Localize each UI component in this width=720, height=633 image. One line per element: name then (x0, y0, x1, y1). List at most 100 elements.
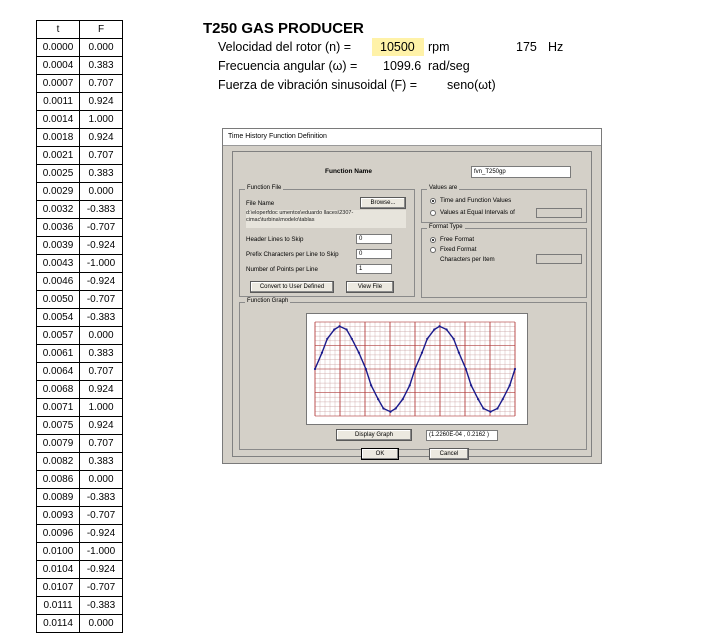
series-point (401, 398, 404, 401)
series-point (326, 337, 329, 340)
equal-intervals-input[interactable] (536, 208, 582, 218)
time-and-function-values-radio[interactable] (430, 198, 436, 204)
series-point (501, 398, 504, 401)
cell-t: 0.0079 (36, 434, 80, 453)
table-row: 0.0043 -1.000 (36, 254, 123, 273)
table-row: 0.0011 0.924 (36, 92, 123, 111)
cell-t: 0.0014 (36, 110, 80, 129)
cell-f: 0.000 (79, 470, 123, 489)
table-row: 0.0007 0.707 (36, 74, 123, 93)
angular-frequency-unit: rad/seg (428, 59, 470, 73)
rotor-speed-label: Velocidad del rotor (n) = (218, 40, 352, 54)
cancel-button[interactable]: Cancel (429, 448, 469, 460)
series-point (457, 351, 460, 354)
series-point (489, 410, 492, 413)
function-name-label: Function Name (325, 168, 372, 175)
function-graph-plot (306, 313, 528, 425)
force-value: seno(ωt) (447, 78, 496, 92)
table-row: 0.0046 -0.924 (36, 272, 123, 291)
cell-f: 0.000 (79, 38, 123, 57)
cell-t: 0.0111 (36, 596, 80, 615)
function-graph-svg (313, 321, 517, 417)
cell-f: 0.924 (79, 92, 123, 111)
series-point (320, 351, 324, 354)
cell-t: 0.0093 (36, 506, 80, 525)
ok-button[interactable]: OK (361, 448, 399, 460)
table-row: 0.0004 0.383 (36, 56, 123, 75)
cell-t: 0.0046 (36, 272, 80, 291)
table-row: 0.0036 -0.707 (36, 218, 123, 237)
table-row: 0.0025 0.383 (36, 164, 123, 183)
cell-t: 0.0086 (36, 470, 80, 489)
table-row: 0.0068 0.924 (36, 380, 123, 399)
cell-f: 0.383 (79, 164, 123, 183)
cell-t: 0.0004 (36, 56, 80, 75)
characters-per-item-label: Characters per Item (440, 256, 495, 263)
column-header-t: t (36, 20, 80, 39)
fixed-format-label: Fixed Format (440, 246, 477, 253)
cell-t: 0.0068 (36, 380, 80, 399)
table-header-row: t F (36, 20, 123, 39)
header-lines-input[interactable]: 0 (356, 234, 392, 244)
view-file-button[interactable]: View File (346, 281, 394, 293)
cell-t: 0.0061 (36, 344, 80, 363)
table-row: 0.0079 0.707 (36, 434, 123, 453)
convert-to-user-defined-button[interactable]: Convert to User Defined (250, 281, 334, 293)
cell-f: 1.000 (79, 398, 123, 417)
series-point (333, 328, 336, 331)
series-point (445, 328, 448, 331)
series-point (508, 384, 511, 387)
page-title: T250 GAS PRODUCER (203, 20, 364, 37)
fixed-format-radio[interactable] (430, 247, 436, 253)
cell-f: -0.924 (79, 272, 123, 291)
values-are-group: Values are Time and Function Values Valu… (421, 185, 587, 223)
table-row: 0.0104 -0.924 (36, 560, 123, 579)
series-point (420, 351, 424, 354)
prefix-chars-input[interactable]: 0 (356, 249, 392, 259)
cell-t: 0.0011 (36, 92, 80, 111)
free-format-radio[interactable] (430, 237, 436, 243)
cell-t: 0.0050 (36, 290, 80, 309)
equal-intervals-label: Values at Equal Intervals of (440, 209, 515, 216)
cell-t: 0.0025 (36, 164, 80, 183)
characters-per-item-input[interactable] (536, 254, 582, 264)
table-row: 0.0054 -0.383 (36, 308, 123, 327)
cell-t: 0.0018 (36, 128, 80, 147)
series-point (513, 367, 517, 371)
points-per-line-label: Number of Points per Line (246, 266, 318, 273)
function-graph-group-label: Function Graph (245, 298, 291, 304)
format-type-group: Format Type Free Format Fixed Format Cha… (421, 224, 587, 298)
table-row: 0.0064 0.707 (36, 362, 123, 381)
time-history-function-dialog: Time History Function Definition Functio… (222, 128, 602, 464)
equal-intervals-radio[interactable] (430, 210, 436, 216)
table-row: 0.0071 1.000 (36, 398, 123, 417)
series-point (413, 367, 417, 371)
cell-f: 0.383 (79, 56, 123, 75)
series-point (464, 367, 467, 371)
cell-f: -0.383 (79, 308, 123, 327)
cell-f: -0.383 (79, 200, 123, 219)
dialog-title: Time History Function Definition (223, 129, 601, 146)
cell-f: 0.707 (79, 362, 123, 381)
function-name-input[interactable]: fvn_T250gp (471, 166, 571, 178)
series-point (364, 367, 367, 371)
cell-t: 0.0057 (36, 326, 80, 345)
browse-button[interactable]: Browse... (360, 197, 406, 209)
cell-f: 0.000 (79, 614, 123, 633)
force-label: Fuerza de vibración sinusoidal (F) = (218, 78, 418, 92)
cell-t: 0.0104 (36, 560, 80, 579)
series-point (433, 328, 436, 331)
dialog-body: Function Name fvn_T250gp Function File F… (232, 151, 592, 460)
cell-t: 0.0039 (36, 236, 80, 255)
table-body: 0.0000 0.000 0.0004 0.383 0.0007 0.707 0.0011 0… (36, 38, 123, 633)
cell-f: 0.000 (79, 182, 123, 201)
cell-t: 0.0114 (36, 614, 80, 633)
series-point (377, 398, 380, 401)
display-graph-button[interactable]: Display Graph (336, 429, 412, 441)
cell-t: 0.0007 (36, 74, 80, 93)
cell-f: -0.383 (79, 596, 123, 615)
cell-f: -0.707 (79, 218, 123, 237)
points-per-line-input[interactable]: 1 (356, 264, 392, 274)
cell-t: 0.0064 (36, 362, 80, 381)
series-point (426, 337, 429, 340)
